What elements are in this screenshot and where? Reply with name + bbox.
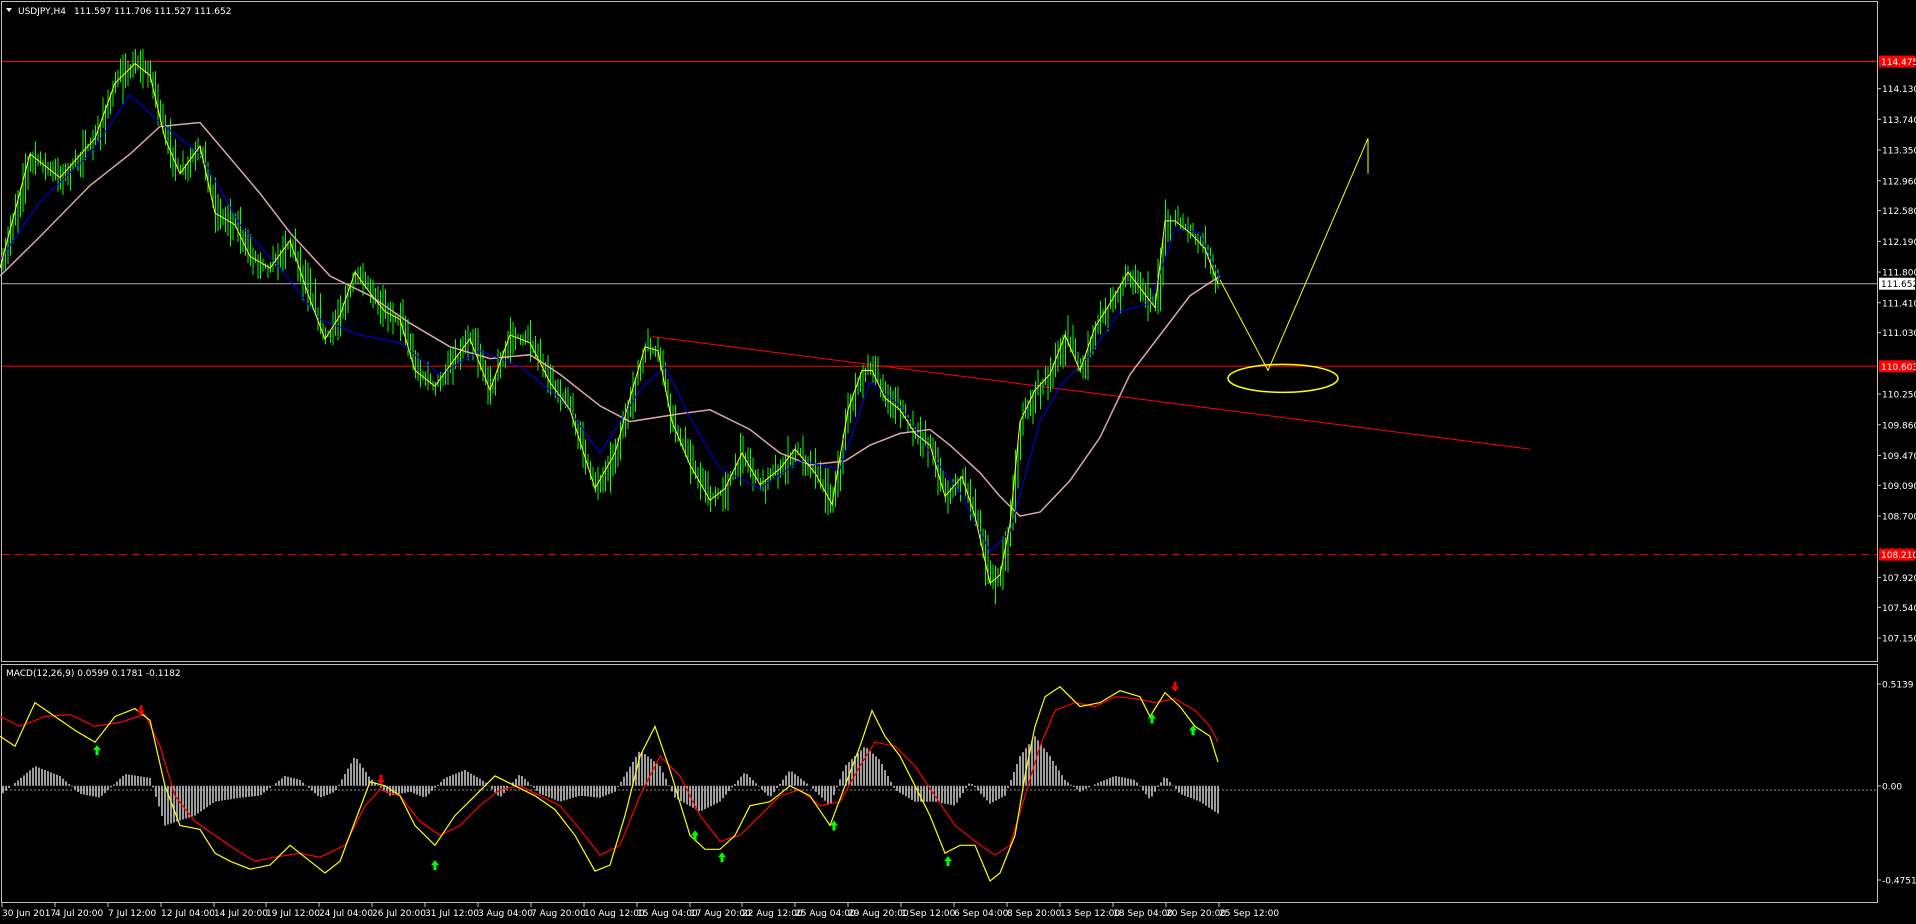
time-tick-label-14: 22 Aug 12:00 — [742, 909, 803, 919]
chart-canvas: 114.475 110.603 108.210 111.652 114.130 113.… — [0, 0, 1916, 924]
time-tick-label-11: 10 Aug 12:00 — [584, 909, 645, 919]
price-tick-label-9: 110.250 — [1882, 391, 1916, 401]
price-tick-label-10: 109.860 — [1882, 421, 1916, 431]
price-tick-label-11: 109.470 — [1882, 452, 1916, 462]
time-tick-label-16: 29 Aug 20:00 — [848, 909, 909, 919]
time-tick-label-15: 25 Aug 04:00 — [795, 909, 856, 919]
price-tick-label-5: 112.190 — [1882, 238, 1916, 248]
time-tick-label-9: 3 Aug 04:00 — [478, 909, 533, 919]
macd-tick-label-0: 0.5139 — [1882, 681, 1914, 691]
price-tick-label-2: 113.350 — [1882, 147, 1916, 157]
time-tick-label-8: 31 Jul 12:00 — [425, 909, 479, 919]
chart-symbol-title: USDJPY,H4 — [18, 7, 66, 17]
time-tick-label-23: 25 Sep 12:00 — [1219, 909, 1279, 919]
time-tick-label-1: 4 Jul 20:00 — [55, 909, 104, 919]
price-tick-label-16: 107.150 — [1882, 635, 1916, 645]
time-tick-label-18: 6 Sep 04:00 — [954, 909, 1009, 919]
time-tick-label-0: 30 Jun 2017 — [2, 909, 56, 919]
price-level-label-0: 114.475 — [1881, 58, 1916, 68]
chart-ohlc-values: 111.597 111.706 111.527 111.652 — [74, 7, 231, 17]
price-tick-label-8: 111.030 — [1882, 329, 1916, 339]
price-tick-label-4: 112.580 — [1882, 207, 1916, 217]
price-tick-label-6: 111.800 — [1882, 269, 1916, 279]
current-price-label: 111.652 — [1881, 280, 1916, 290]
price-tick-label-13: 108.700 — [1882, 513, 1916, 523]
time-tick-label-7: 26 Jul 20:00 — [372, 909, 426, 919]
price-level-label-1: 110.603 — [1881, 363, 1916, 373]
time-tick-label-10: 7 Aug 20:00 — [531, 909, 586, 919]
time-tick-label-19: 8 Sep 20:00 — [1007, 909, 1062, 919]
time-tick-label-17: 1 Sep 12:00 — [901, 909, 956, 919]
price-level-label-2: 108.210 — [1881, 551, 1916, 561]
time-tick-label-4: 14 Jul 20:00 — [214, 909, 268, 919]
time-tick-label-2: 7 Jul 12:00 — [108, 909, 157, 919]
price-tick-label-14: 107.920 — [1882, 574, 1916, 584]
time-tick-label-3: 12 Jul 04:00 — [161, 909, 215, 919]
price-tick-label-3: 112.960 — [1882, 177, 1916, 187]
macd-title: MACD(12,26,9) 0.0599 0.1781 -0.1182 — [6, 669, 181, 679]
price-tick-label-12: 109.090 — [1882, 482, 1916, 492]
time-tick-label-12: 15 Aug 04:00 — [637, 909, 698, 919]
time-tick-label-5: 19 Jul 12:00 — [266, 909, 320, 919]
time-tick-label-6: 24 Jul 04:00 — [319, 909, 373, 919]
time-tick-label-21: 18 Sep 04:00 — [1113, 909, 1173, 919]
macd-tick-label-1: 0.00 — [1882, 782, 1902, 792]
price-tick-label-0: 114.130 — [1882, 85, 1916, 95]
price-tick-label-15: 107.540 — [1882, 604, 1916, 614]
price-tick-label-7: 111.410 — [1882, 299, 1916, 309]
price-tick-label-1: 113.740 — [1882, 116, 1916, 126]
macd-tick-label-2: -0.4751 — [1882, 877, 1916, 887]
time-tick-label-20: 13 Sep 12:00 — [1060, 909, 1120, 919]
time-tick-label-22: 20 Sep 20:00 — [1166, 909, 1226, 919]
